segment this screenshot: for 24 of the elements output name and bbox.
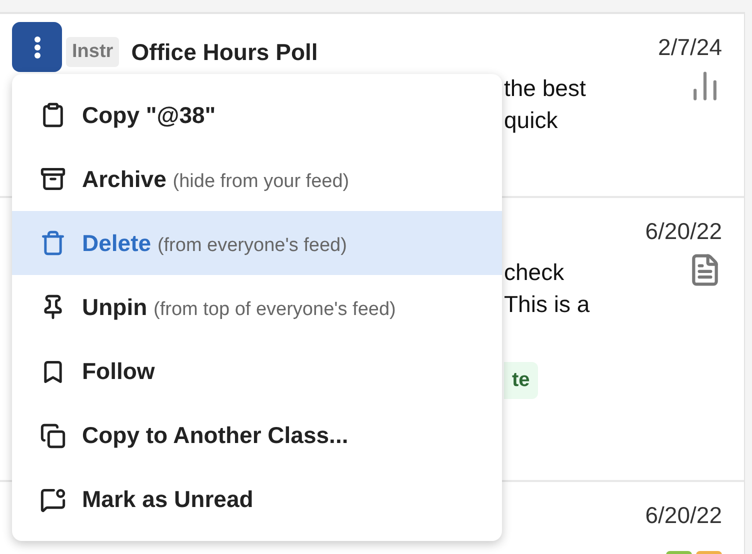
clipboard-icon [40,102,66,128]
menu-item[interactable]: Archive (hide from your feed) [12,147,502,212]
tag-label: te [504,362,538,399]
menu-item[interactable]: Copy to Another Class... [12,404,502,468]
post-preview-text: This is a [504,290,591,319]
post-date: 2/7/24 [658,34,722,61]
menu-item[interactable]: Delete (from everyone's feed) [12,211,502,276]
menu-item[interactable]: Follow [12,340,502,404]
archive-box-icon [40,166,66,192]
instructor-tag: Instr [66,37,120,67]
menu-item[interactable]: Copy "@38" [12,83,502,148]
more-options-button[interactable] [12,22,62,72]
post-date: 6/20/22 [645,218,722,245]
post-preview-text: check [504,258,566,287]
menu-item[interactable]: Mark as Unread [12,468,502,532]
chat-bubble-dot-icon [40,486,66,513]
post-preview-text: quick [504,106,559,135]
copy-icon [40,422,66,449]
trash-icon [40,230,66,256]
menu-item[interactable]: Unpin (from top of everyone's feed) [12,275,502,340]
post-date: 6/20/22 [645,502,722,529]
post-preview-text: the best [504,74,587,103]
post-title[interactable]: Office Hours Poll [131,38,318,66]
vertical-dots-icon [34,36,40,58]
